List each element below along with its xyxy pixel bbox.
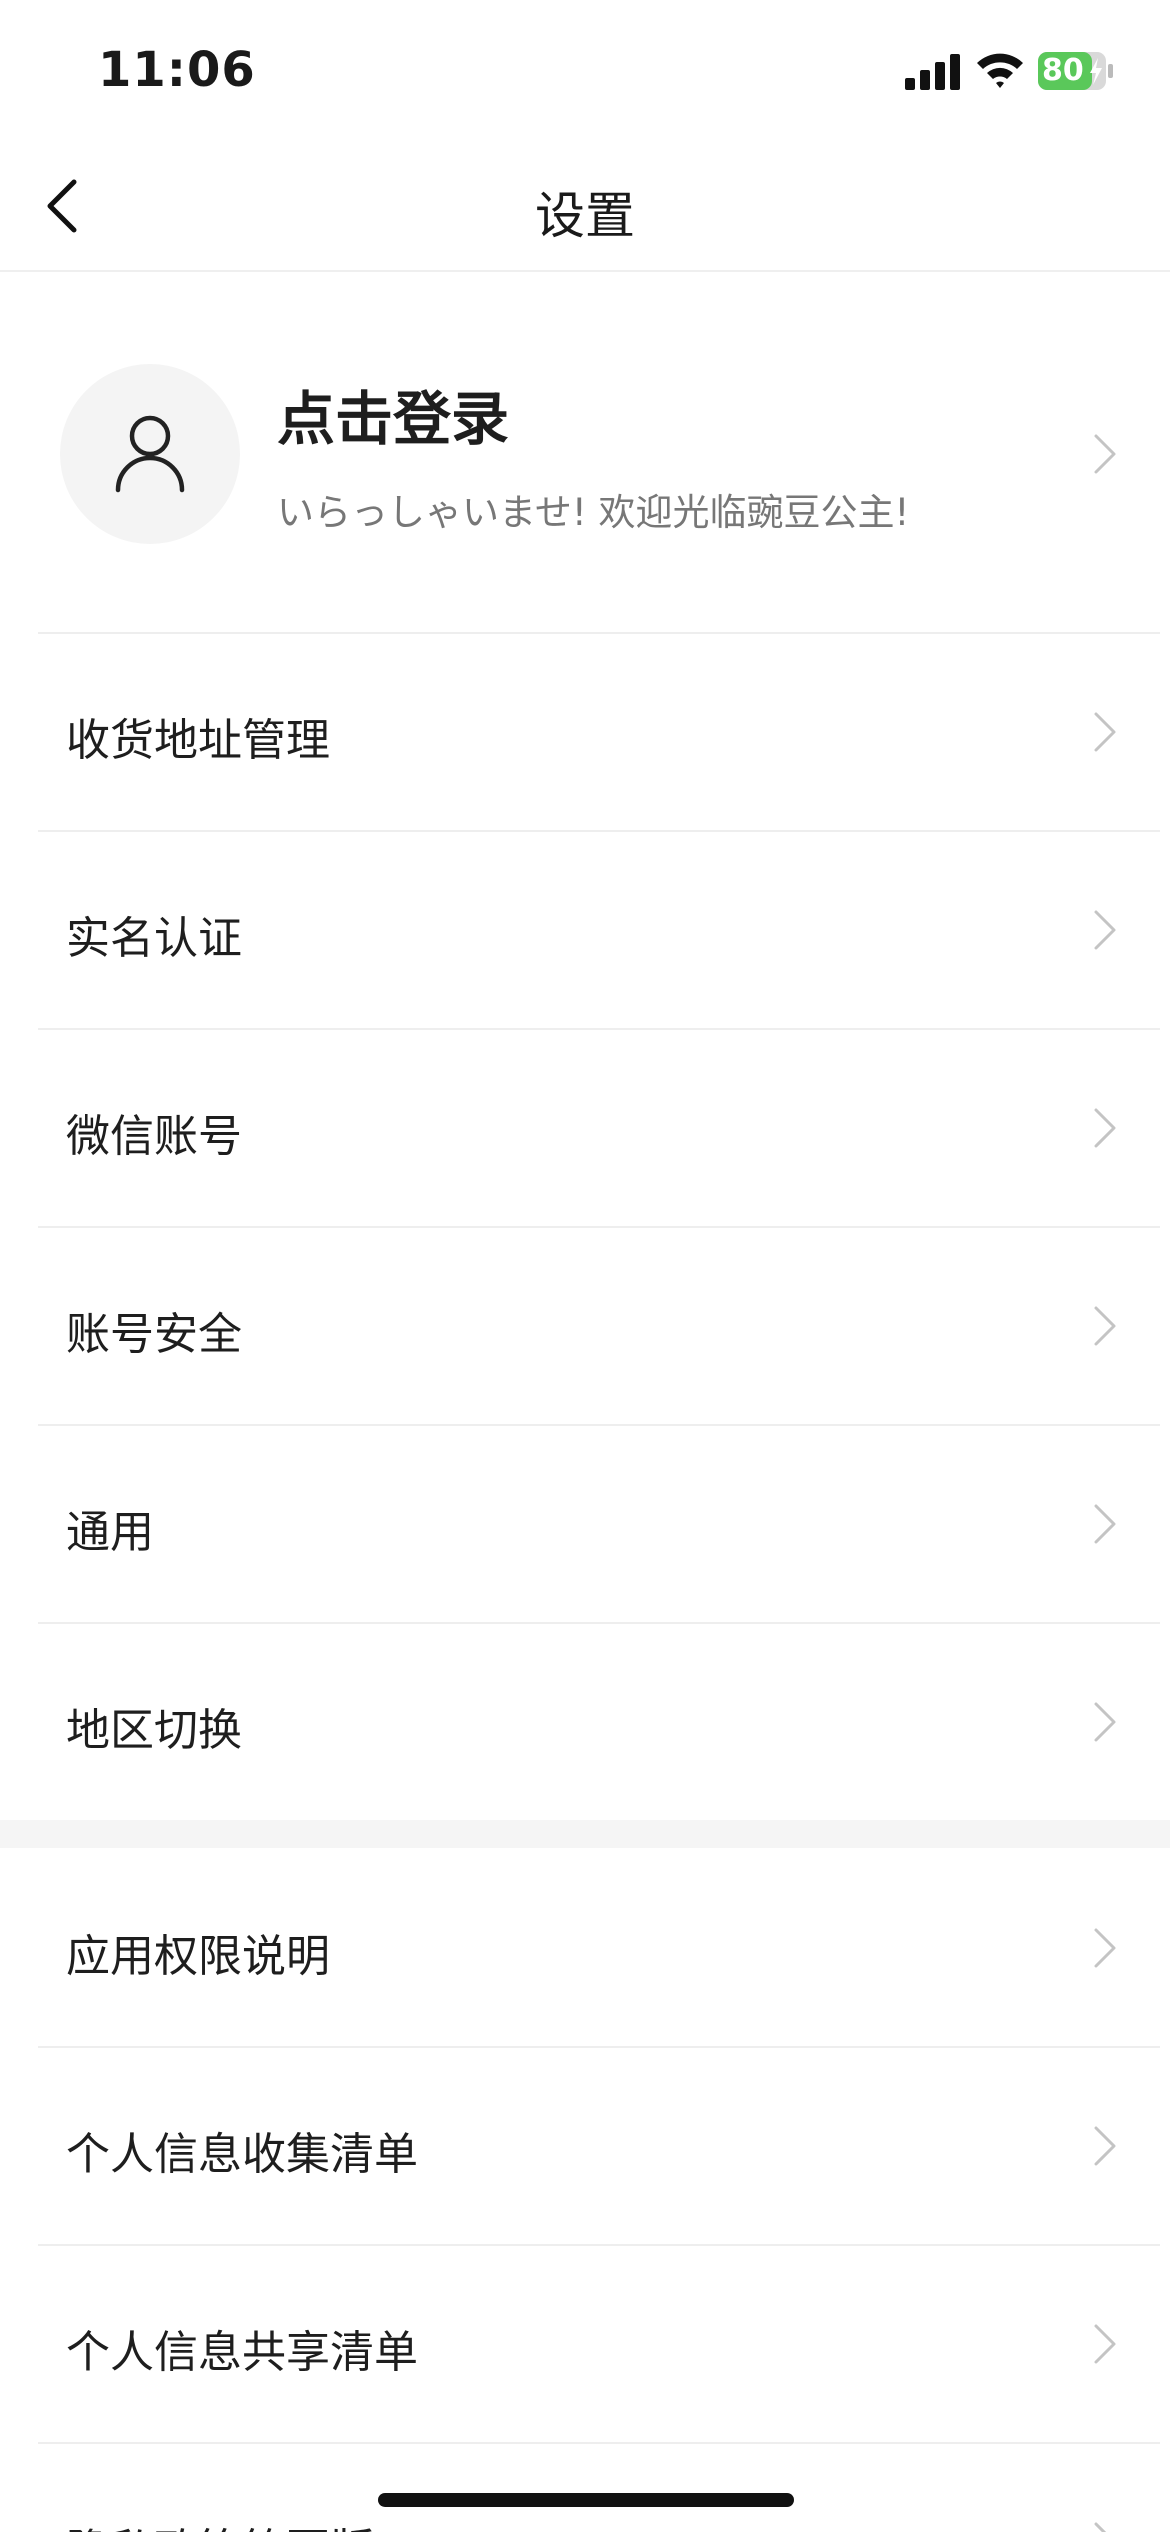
divider	[38, 2046, 1160, 2048]
menu-item-label: 隐私政策简要版	[66, 2514, 374, 2532]
chevron-right-icon	[1094, 712, 1116, 752]
menu-item-label: 个人信息共享清单	[66, 2327, 418, 2378]
divider	[38, 1028, 1160, 1030]
cellular-signal-icon	[905, 54, 960, 90]
menu-item-label: 实名认证	[66, 913, 242, 964]
menu-item-address[interactable]: 收货地址管理	[0, 632, 1170, 830]
divider	[38, 632, 1160, 634]
divider	[38, 1424, 1160, 1426]
chevron-right-icon	[1094, 434, 1116, 474]
page-title: 设置	[535, 187, 635, 245]
login-title[interactable]: 点击登录	[277, 372, 509, 456]
divider	[38, 1226, 1160, 1228]
menu-item-permissions[interactable]: 应用权限说明	[0, 1848, 1170, 2046]
divider	[38, 830, 1160, 832]
menu-item-info-collection[interactable]: 个人信息收集清单	[0, 2046, 1170, 2244]
menu-item-security[interactable]: 账号安全	[0, 1226, 1170, 1424]
menu-item-label: 应用权限说明	[66, 1931, 330, 1982]
chevron-right-icon	[1094, 910, 1116, 950]
chevron-right-icon	[1094, 1928, 1116, 1968]
menu-item-label: 通用	[66, 1507, 154, 1558]
chevron-right-icon	[1094, 1306, 1116, 1346]
menu-item-realname[interactable]: 实名认证	[0, 830, 1170, 1028]
divider	[38, 1622, 1160, 1624]
avatar[interactable]	[60, 364, 240, 544]
menu-item-info-sharing[interactable]: 个人信息共享清单	[0, 2244, 1170, 2442]
nav-bar: 设置	[0, 140, 1170, 272]
login-profile-row[interactable]: 点击登录 いらっしゃいませ! 欢迎光临豌豆公主!	[0, 272, 1170, 632]
chevron-right-icon	[1094, 1702, 1116, 1742]
chevron-right-icon	[1094, 2522, 1107, 2532]
menu-item-wechat[interactable]: 微信账号	[0, 1028, 1170, 1226]
chevron-right-icon	[1094, 1108, 1116, 1148]
status-bar: 11:06 80	[0, 0, 1170, 140]
section-separator	[0, 1820, 1170, 1848]
chevron-right-icon	[1094, 2324, 1116, 2364]
battery-level: 80	[1042, 53, 1084, 88]
menu-item-label: 账号安全	[66, 1309, 242, 1360]
settings-screen: 11:06 80 设置 点击登录 いらっしゃいませ! 欢迎光临豌豆公主! 收货地…	[0, 0, 1170, 2532]
menu-item-general[interactable]: 通用	[0, 1424, 1170, 1622]
status-time: 11:06	[98, 42, 256, 98]
divider	[38, 2244, 1160, 2246]
menu-item-label: 收货地址管理	[66, 715, 330, 766]
chevron-right-icon	[1094, 1504, 1116, 1544]
menu-item-label: 地区切换	[66, 1705, 242, 1756]
wifi-icon	[977, 53, 1023, 88]
battery-icon: 80	[1038, 52, 1114, 90]
user-icon	[115, 415, 185, 493]
divider	[38, 2442, 1160, 2444]
welcome-text: いらっしゃいませ! 欢迎光临豌豆公主!	[277, 491, 910, 534]
menu-item-privacy-summary[interactable]: 隐私政策简要版	[0, 2442, 1170, 2532]
menu-item-label: 个人信息收集清单	[66, 2129, 418, 2180]
menu-item-label: 微信账号	[66, 1111, 242, 1162]
home-indicator[interactable]	[378, 2493, 794, 2507]
chevron-right-icon	[1094, 2126, 1116, 2166]
menu-item-region[interactable]: 地区切换	[0, 1622, 1170, 1820]
